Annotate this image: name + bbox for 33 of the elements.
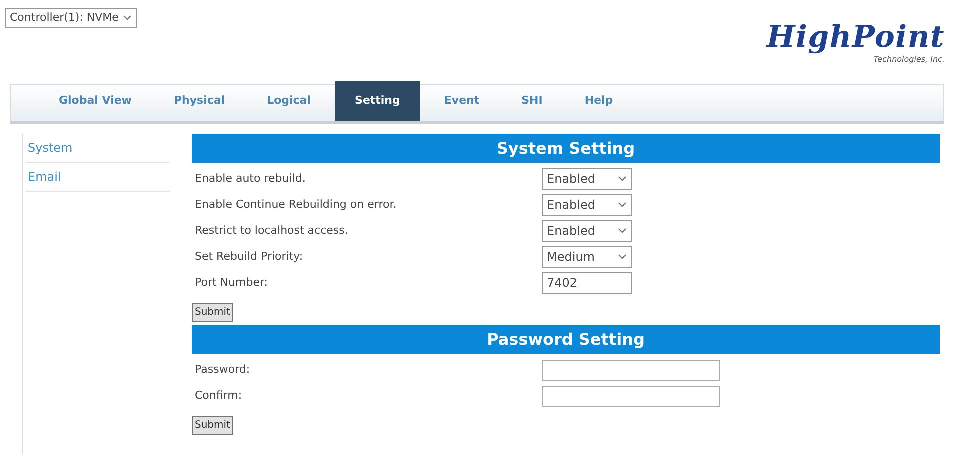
caret-icon (618, 176, 627, 182)
submit-button[interactable]: Submit (192, 303, 234, 322)
password-field[interactable] (542, 386, 720, 406)
section-header: Password Setting (192, 325, 940, 354)
tab[interactable]: Setting (335, 81, 420, 121)
caret-icon (618, 254, 627, 260)
dropdown[interactable]: Medium (542, 246, 632, 268)
logo-text: HighPoint (766, 22, 945, 54)
section-header: System Setting (192, 134, 940, 163)
field-label: Confirm: (194, 388, 244, 404)
field-label: Enable auto rebuild. (194, 170, 307, 187)
tab[interactable]: Logical (249, 81, 330, 121)
field-label: Restrict to localhost access. (194, 222, 350, 239)
field-label: Password: (194, 362, 252, 378)
password-field[interactable] (542, 360, 720, 380)
field-label: Enable Continue Rebuilding on error. (194, 196, 398, 213)
logo-subtitle: Technologies, Inc. (874, 54, 945, 66)
field-label: Port Number: (194, 274, 270, 291)
controller-dropdown[interactable]: Controller(1): NVMe (5, 8, 137, 28)
field-label: Set Rebuild Priority: (194, 248, 304, 265)
caret-icon (618, 228, 627, 234)
dropdown[interactable]: Enabled (542, 168, 632, 190)
input-field[interactable]: 7402 (542, 272, 632, 294)
tab[interactable]: Help (566, 81, 632, 121)
tab[interactable]: Global View (41, 81, 150, 121)
tab[interactable]: SHI (504, 81, 561, 121)
dropdown[interactable]: Enabled (542, 194, 632, 216)
submit-button[interactable]: Submit (192, 416, 234, 435)
caret-icon (122, 15, 132, 21)
dropdown[interactable]: Enabled (542, 220, 632, 242)
caret-icon (618, 202, 627, 208)
tab[interactable]: Physical (156, 81, 244, 121)
tab[interactable]: Event (426, 81, 498, 121)
